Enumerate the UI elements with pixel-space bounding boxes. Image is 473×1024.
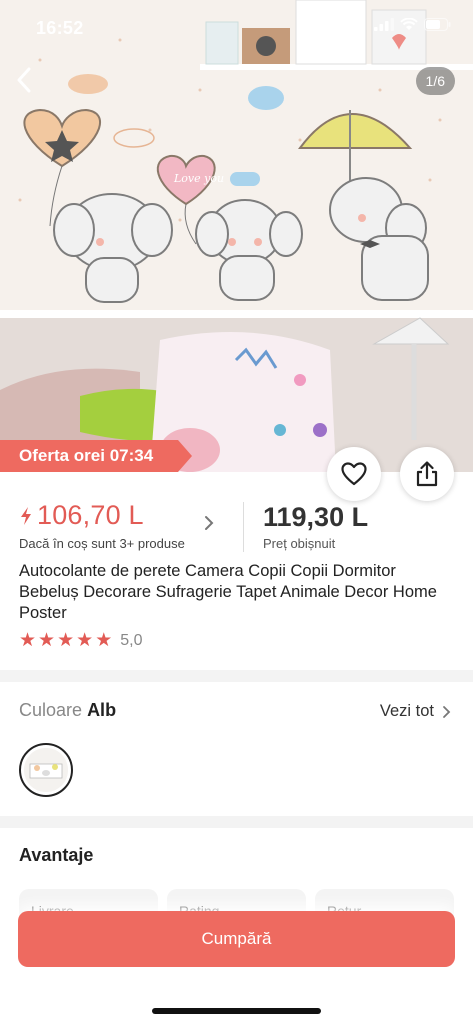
regular-price-amount: 119,30 L [263, 502, 369, 532]
buy-button[interactable]: Cumpără [18, 911, 455, 967]
star-icon: ★ [19, 630, 37, 651]
home-indicator [152, 1008, 321, 1014]
offer-countdown-banner: Oferta orei 07:34 [0, 440, 192, 472]
price-divider [243, 502, 244, 552]
image-counter: 1/6 [415, 67, 455, 95]
share-button[interactable] [400, 447, 454, 501]
heart-icon [341, 462, 367, 486]
color-label-value: Alb [87, 700, 117, 720]
favorite-button[interactable] [327, 447, 381, 501]
balloon-text: Love you [173, 172, 224, 185]
lightning-icon [21, 506, 31, 525]
swatch-image [24, 748, 68, 792]
star-icon: ★ [76, 630, 94, 651]
promo-price-note: Dacă în coș sunt 3+ produse [19, 536, 185, 551]
product-title: Autocolante de perete Camera Copii Copii… [19, 562, 437, 622]
product-image-gallery[interactable]: Love you 16:52 1/6 Oferta orei 07:34 [0, 0, 473, 472]
wifi-icon [400, 18, 418, 30]
regular-price-note: Preț obișnuit [263, 536, 336, 551]
price-section: 106,70 L Dacă în coș sunt 3+ produse 119… [0, 500, 473, 556]
swatch-thumbnail [24, 748, 68, 792]
back-arrow-icon [17, 67, 31, 93]
see-all-colors-link[interactable]: Vezi tot [380, 702, 451, 721]
product-image: Love you [0, 0, 473, 472]
section-divider [0, 816, 473, 828]
rating-score: 5,0 [120, 632, 143, 649]
promo-price[interactable]: 106,70 L [19, 500, 144, 531]
star-icon: ★ [57, 630, 75, 651]
status-bar: 16:52 [0, 0, 473, 56]
product-rating[interactable]: ★ ★ ★ ★ ★ 5,0 [19, 631, 142, 651]
section-divider [0, 670, 473, 682]
status-time: 16:52 [36, 18, 84, 38]
chevron-right-icon [443, 705, 451, 718]
back-button[interactable] [10, 64, 38, 96]
color-swatch-alb[interactable] [19, 743, 73, 797]
chevron-right-icon[interactable] [203, 514, 215, 532]
share-icon [416, 461, 438, 487]
star-icon: ★ [38, 630, 56, 651]
battery-icon [424, 18, 451, 31]
color-label-key: Culoare [19, 700, 83, 720]
advantages-title: Avantaje [19, 845, 94, 865]
promo-price-amount: 106,70 L [37, 500, 144, 530]
bottom-bar [0, 967, 473, 1024]
star-icon: ★ [95, 630, 113, 651]
see-all-label: Vezi tot [379, 702, 434, 720]
status-icons [374, 18, 451, 31]
signal-icon [374, 18, 394, 31]
color-selector-label: Culoare Alb [19, 700, 116, 721]
